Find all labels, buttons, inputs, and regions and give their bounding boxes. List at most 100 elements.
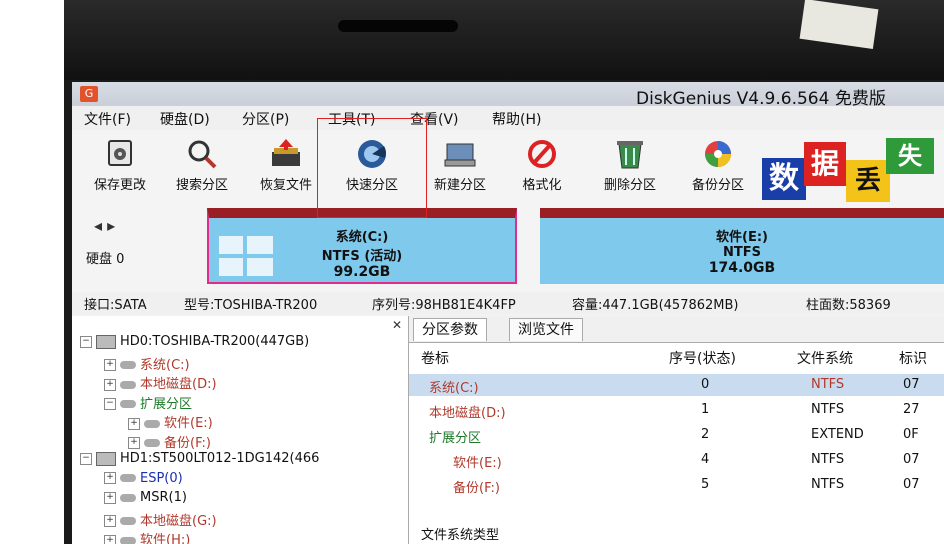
expand-toggle-icon[interactable]: + — [104, 515, 116, 527]
partition-icon — [120, 380, 136, 389]
monitor-bezel — [64, 0, 944, 80]
cell-filesystem: EXTEND — [811, 427, 864, 442]
disk-map: ◂ ▸ 硬盘 0 系统(C:) NTFS (活动) 99.2GB 软件(E:) … — [72, 202, 944, 292]
expand-toggle-icon[interactable]: − — [80, 335, 92, 348]
column-header-index[interactable]: 序号(状态) — [669, 348, 736, 368]
cell-label: 系统(C:) — [429, 381, 479, 396]
photo-frame: G DiskGenius V4.9.6.564 免费版 文件(F) 硬盘(D) … — [64, 0, 944, 544]
expand-toggle-icon[interactable]: + — [104, 359, 116, 371]
tree-partition-row[interactable]: + 软件(E:) — [128, 412, 213, 431]
partition-icon — [120, 361, 136, 369]
search-partition-button[interactable]: 搜索分区 — [166, 138, 238, 200]
table-row[interactable]: 软件(E:) 4 NTFS 07 — [409, 449, 944, 471]
partition-icon — [144, 419, 160, 428]
banner-char: 丢 — [846, 160, 890, 202]
model-info: 型号:TOSHIBA-TR200 — [184, 298, 318, 313]
expand-toggle-icon[interactable]: − — [80, 452, 92, 465]
menu-help[interactable]: 帮助(H) — [492, 109, 541, 129]
tree-partition-row[interactable]: + 本地磁盘(D:) — [104, 373, 217, 392]
cell-index: 1 — [701, 402, 710, 417]
partition-fs: NTFS — [723, 245, 761, 260]
tree-item-label: 备份(F:) — [164, 435, 211, 451]
tree-partition-row[interactable]: + 软件(H:) — [104, 529, 190, 544]
disk-nav-arrows[interactable]: ◂ ▸ — [94, 216, 115, 235]
partition-size: 174.0GB — [708, 260, 776, 276]
partition-icon — [120, 474, 136, 482]
tree-item-label: 本地磁盘(G:) — [140, 513, 217, 529]
expand-toggle-icon[interactable]: + — [128, 417, 140, 430]
tab-browse-files[interactable]: 浏览文件 — [509, 318, 583, 341]
partition-icon — [120, 400, 136, 408]
backup-icon — [705, 141, 731, 167]
expand-toggle-icon[interactable]: + — [104, 472, 116, 484]
tape-strip — [799, 0, 879, 49]
tree-item-label: 软件(H:) — [140, 533, 191, 544]
partition-name: 软件(E:) — [716, 230, 768, 245]
disk-label: 硬盘 0 — [86, 252, 125, 267]
menu-partition[interactable]: 分区(P) — [242, 109, 289, 129]
menu-file[interactable]: 文件(F) — [84, 109, 131, 129]
tree-item-label: MSR(1) — [140, 490, 187, 505]
cell-filesystem: NTFS — [811, 377, 845, 392]
expand-toggle-icon[interactable]: + — [104, 534, 116, 544]
details-pane: 分区参数 浏览文件 卷标 序号(状态) 文件系统 标识 系统(C:) 0 NTFS 0… — [409, 316, 944, 544]
app-window: G DiskGenius V4.9.6.564 免费版 文件(F) 硬盘(D) … — [72, 82, 944, 544]
table-row[interactable]: 备份(F:) 5 NTFS 07 — [409, 474, 944, 496]
tree-partition-row[interactable]: + ESP(0) — [104, 471, 183, 489]
partition-icon — [144, 439, 160, 447]
disk-tree-pane: ✕ − HD0:TOSHIBA-TR200(447GB) + 系统(C:) + 本地磁盘(… — [72, 316, 409, 544]
delete-partition-button[interactable]: 删除分区 — [592, 138, 668, 200]
tree-item-label: 系统(C:) — [140, 357, 190, 373]
delete-trash-icon — [617, 141, 643, 169]
tree-partition-row[interactable]: + 本地磁盘(G:) — [104, 510, 217, 529]
expand-toggle-icon[interactable]: − — [104, 398, 116, 410]
app-logo-icon: G — [80, 86, 98, 102]
column-header-filesystem[interactable]: 文件系统 — [797, 348, 853, 368]
cell-index: 0 — [701, 377, 710, 392]
save-changes-button[interactable]: 保存更改 — [84, 138, 156, 200]
data-loss-banner[interactable]: 数 据 丢 失 — [762, 138, 944, 204]
table-row[interactable]: 扩展分区 2 EXTEND 0F — [409, 424, 944, 446]
tree-partition-row[interactable]: + 备份(F:) — [128, 432, 211, 451]
cell-filesystem: NTFS — [811, 402, 845, 417]
save-disk-icon — [108, 140, 132, 166]
table-row[interactable]: 系统(C:) 0 NTFS 07 — [409, 374, 944, 396]
tree-partition-row[interactable]: + MSR(1) — [104, 490, 187, 508]
partition-icon — [120, 517, 136, 525]
table-row[interactable]: 本地磁盘(D:) 1 NTFS 27 — [409, 399, 944, 421]
expand-toggle-icon[interactable]: + — [104, 491, 116, 504]
interface-info: 接口:SATA — [84, 298, 147, 313]
expand-toggle-icon[interactable]: + — [128, 437, 140, 449]
tree-partition-row[interactable]: + 系统(C:) — [104, 354, 190, 373]
tree-partition-row[interactable]: − 扩展分区 — [104, 393, 192, 412]
tree-item-label: HD0:TOSHIBA-TR200(447GB) — [120, 334, 310, 349]
tree-item-label: 软件(E:) — [164, 416, 213, 431]
column-header-label[interactable]: 卷标 — [421, 348, 449, 368]
new-partition-button[interactable]: 新建分区 — [422, 138, 498, 200]
menu-bar: 文件(F) 硬盘(D) 分区(P) 工具(T) 查看(V) 帮助(H) — [72, 106, 944, 130]
format-button[interactable]: 格式化 — [508, 138, 576, 200]
partition-block-c[interactable]: 系统(C:) NTFS (活动) 99.2GB — [207, 208, 517, 284]
banner-char: 失 — [886, 138, 934, 174]
format-icon — [528, 140, 556, 168]
expand-toggle-icon[interactable]: + — [104, 378, 116, 391]
capacity-info: 容量:447.1GB(457862MB) — [572, 298, 739, 313]
tree-item-label: 本地磁盘(D:) — [140, 377, 217, 392]
highlight-box — [317, 118, 427, 218]
menu-disk[interactable]: 硬盘(D) — [160, 109, 210, 129]
restore-box-icon — [272, 139, 300, 166]
cell-id: 07 — [903, 452, 920, 467]
hard-disk-icon — [96, 451, 116, 466]
tab-bar: 分区参数 浏览文件 — [409, 316, 944, 343]
tree-disk-row[interactable]: − HD0:TOSHIBA-TR200(447GB) — [80, 334, 309, 352]
column-header-id[interactable]: 标识 — [899, 348, 927, 368]
tree-item-label: ESP(0) — [140, 470, 183, 486]
backup-partition-button[interactable]: 备份分区 — [680, 138, 756, 200]
partition-block-e[interactable]: 软件(E:) NTFS 174.0GB — [540, 208, 944, 284]
tree-disk-row[interactable]: − HD1:ST500LT012-1DG142(466 — [80, 451, 319, 469]
cell-filesystem: NTFS — [811, 477, 845, 492]
restore-files-button[interactable]: 恢复文件 — [248, 138, 324, 200]
tab-partition-params[interactable]: 分区参数 — [413, 318, 487, 341]
close-icon[interactable]: ✕ — [392, 318, 402, 332]
cell-filesystem: NTFS — [811, 452, 845, 467]
